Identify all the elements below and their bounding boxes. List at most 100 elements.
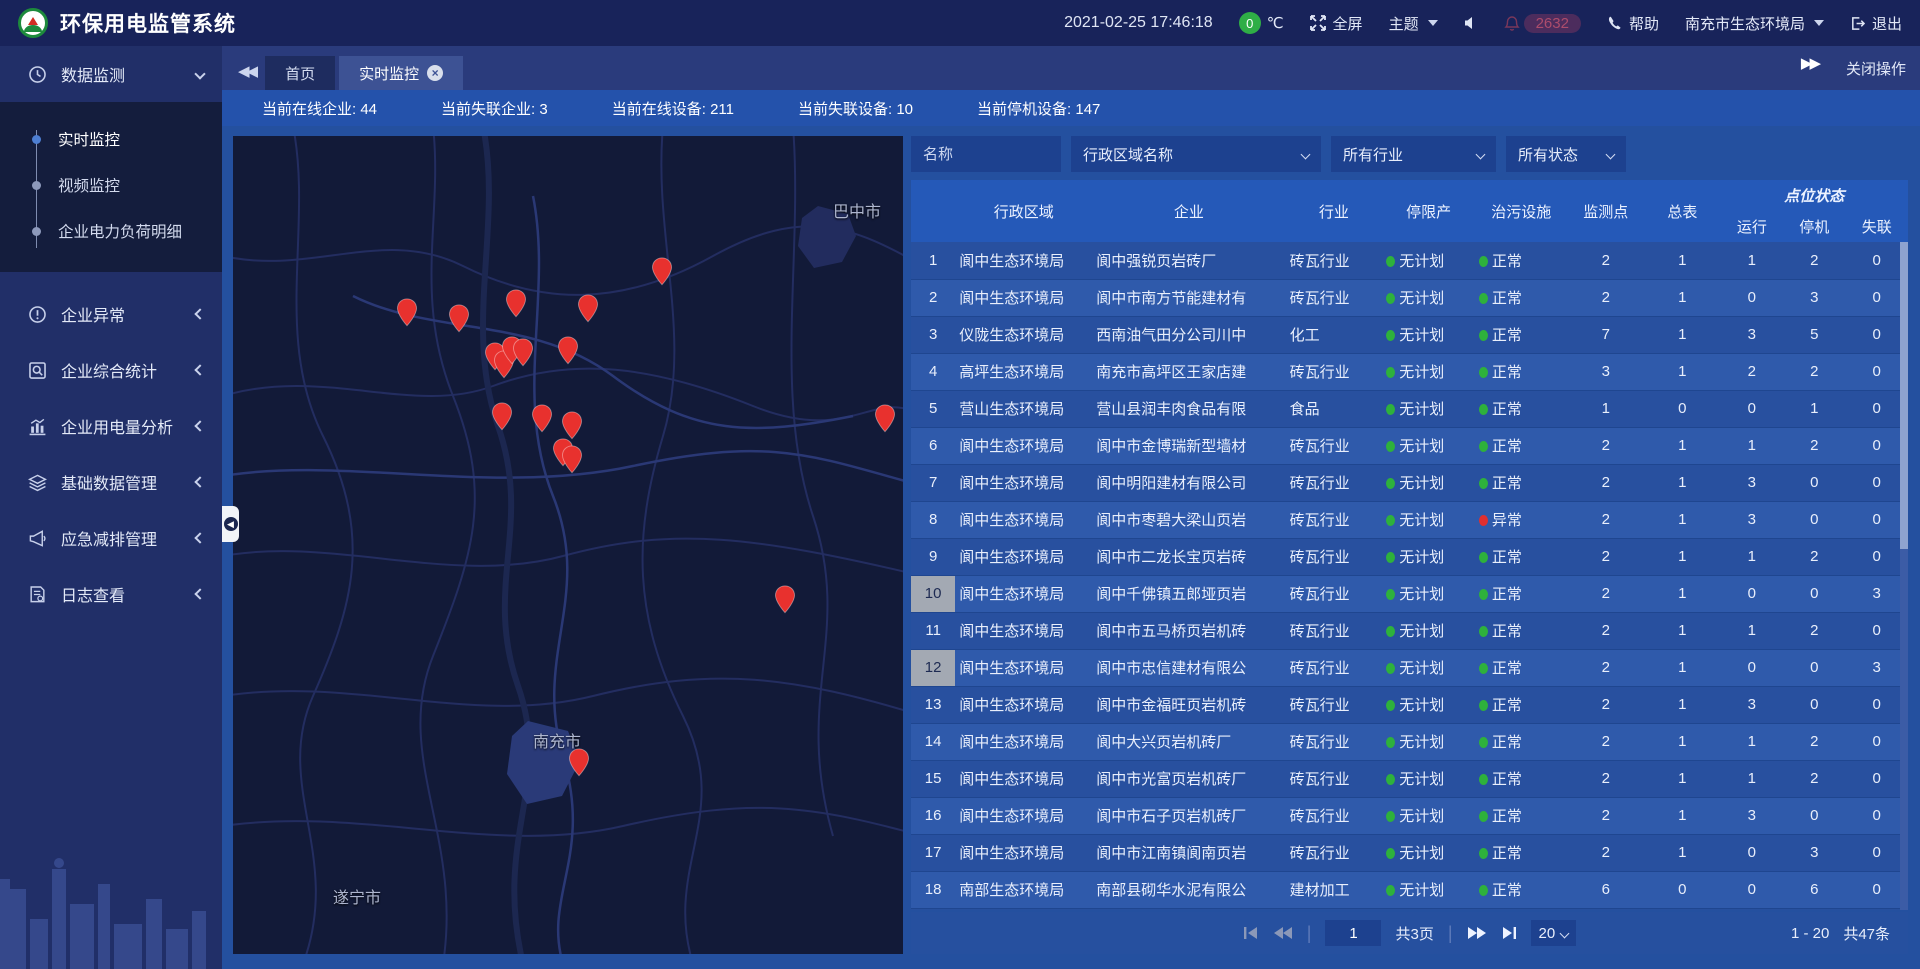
page-next-icon[interactable] — [1467, 926, 1487, 940]
map-pin-icon[interactable] — [577, 294, 599, 328]
table-row[interactable]: 18南部生态环境局南部县砌华水泥有限公建材加工无计划正常60060 — [911, 871, 1908, 908]
sidebar-item-label: 视频监控 — [58, 174, 120, 196]
fullscreen-icon — [1310, 15, 1326, 31]
table-cell: 1 — [1644, 427, 1721, 464]
table-cell: 3 — [1721, 686, 1783, 723]
chevron-left-icon — [194, 308, 205, 319]
table-row[interactable]: 2阆中生态环境局阆中市南方节能建材有砖瓦行业无计划正常21030 — [911, 279, 1908, 316]
sidebar-item-data-monitor[interactable]: 数据监测 — [0, 46, 222, 102]
sidebar-item-video-monitor[interactable]: 视频监控 — [0, 162, 222, 208]
table-cell: 0 — [1845, 501, 1908, 538]
status-filter-select[interactable]: 所有状态 — [1506, 136, 1626, 172]
table-cell: 砖瓦行业 — [1286, 464, 1383, 501]
sidebar-item-emergency[interactable]: 应急减排管理 — [0, 510, 222, 566]
table-row[interactable]: 16阆中生态环境局阆中市石子页岩机砖厂砖瓦行业无计划正常21300 — [911, 797, 1908, 834]
table-cell: 2 — [1783, 427, 1845, 464]
tab-close-icon[interactable]: × — [427, 65, 443, 81]
sidebar-item-power-analysis[interactable]: 企业用电量分析 — [0, 398, 222, 454]
map-panel[interactable]: 巴中市南充市遂宁市 — [233, 136, 903, 954]
theme-menu[interactable]: 主题 — [1389, 13, 1438, 34]
table-row[interactable]: 8阆中生态环境局阆中市枣碧大梁山页岩砖瓦行业无计划异常21300 — [911, 501, 1908, 538]
table-row[interactable]: 13阆中生态环境局阆中市金福旺页岩机砖砖瓦行业无计划正常21300 — [911, 686, 1908, 723]
table-cell: 无计划 — [1382, 797, 1475, 834]
table-row[interactable]: 10阆中生态环境局阆中千佛镇五郎垭页岩砖瓦行业无计划正常21003 — [911, 575, 1908, 612]
table-cell: 砖瓦行业 — [1286, 242, 1383, 279]
page-prev-icon[interactable] — [1273, 926, 1293, 940]
table-row[interactable]: 12阆中生态环境局阆中市忠信建材有限公砖瓦行业无计划正常21003 — [911, 649, 1908, 686]
sidebar-item-logs[interactable]: 日志查看 — [0, 566, 222, 622]
map-pin-icon[interactable] — [396, 298, 418, 332]
map-pin-icon[interactable] — [448, 304, 470, 338]
table-row[interactable]: 9阆中生态环境局阆中市二龙长宝页岩砖砖瓦行业无计划正常21120 — [911, 538, 1908, 575]
sidebar-item-label: 日志查看 — [61, 582, 125, 606]
map-pin-icon[interactable] — [568, 748, 590, 782]
table-cell: 砖瓦行业 — [1286, 686, 1383, 723]
table-cell: 3 — [1721, 316, 1783, 353]
notifications-button[interactable]: 2632 — [1504, 14, 1581, 33]
name-filter[interactable] — [911, 136, 1061, 172]
sidebar-item-company-abnormal[interactable]: 企业异常 — [0, 286, 222, 342]
map-pin-icon[interactable] — [505, 289, 527, 323]
table-cell: 1 — [1721, 760, 1783, 797]
table-row[interactable]: 3仪陇生态环境局西南油气田分公司川中化工无计划正常71350 — [911, 316, 1908, 353]
table-row[interactable]: 15阆中生态环境局阆中市光富页岩机砖厂砖瓦行业无计划正常21120 — [911, 760, 1908, 797]
map-pin-icon[interactable] — [561, 445, 583, 479]
map-pin-icon[interactable] — [874, 404, 896, 438]
table-cell: 1 — [1644, 612, 1721, 649]
sidebar-item-power-load-detail[interactable]: 企业电力负荷明细 — [0, 208, 222, 254]
status-dot-icon — [1479, 515, 1488, 526]
table-cell: 正常 — [1475, 427, 1568, 464]
map-pin-icon[interactable] — [531, 404, 553, 438]
map-pin-icon[interactable] — [512, 338, 534, 372]
table-cell: 阆中市南方节能建材有 — [1092, 279, 1285, 316]
map-pin-icon[interactable] — [557, 336, 579, 370]
table-row[interactable]: 1阆中生态环境局阆中强锐页岩砖厂砖瓦行业无计划正常21120 — [911, 242, 1908, 279]
status-dot-icon — [1479, 774, 1488, 785]
help-label: 帮助 — [1629, 13, 1659, 34]
scrollbar-thumb[interactable] — [1900, 242, 1908, 549]
map-pin-icon[interactable] — [491, 402, 513, 436]
help-button[interactable]: 帮助 — [1607, 13, 1659, 34]
table-cell: 0 — [1845, 279, 1908, 316]
tabs-scroll-left-icon[interactable]: ◀◀ — [236, 62, 261, 90]
region-filter-select[interactable]: 行政区域名称 — [1071, 136, 1321, 172]
fullscreen-button[interactable]: 全屏 — [1310, 13, 1363, 34]
table-row[interactable]: 17阆中生态环境局阆中市江南镇阆南页岩砖瓦行业无计划正常21030 — [911, 834, 1908, 871]
range-label: 1 - 20 — [1791, 925, 1829, 942]
app-title: 环保用电监管系统 — [60, 8, 236, 38]
tab-bar: ◀◀ 首页 实时监控 × ▶▶ 关闭操作 — [222, 46, 1920, 90]
mute-button[interactable] — [1464, 16, 1478, 30]
close-operations-button[interactable]: 关闭操作 — [1846, 58, 1906, 79]
industry-filter-select[interactable]: 所有行业 — [1331, 136, 1496, 172]
sidebar-item-base-data[interactable]: 基础数据管理 — [0, 454, 222, 510]
page-first-icon[interactable] — [1243, 926, 1259, 940]
table-cell: 1 — [1721, 242, 1783, 279]
table-cell: 阆中市石子页岩机砖厂 — [1092, 797, 1285, 834]
sidebar-collapse-button[interactable]: ◀ — [222, 506, 239, 542]
tabs-scroll-right-icon[interactable]: ▶▶ — [1799, 54, 1824, 82]
table-row[interactable]: 7阆中生态环境局阆中明阳建材有限公司砖瓦行业无计划正常21300 — [911, 464, 1908, 501]
sidebar-item-company-statistics[interactable]: 企业综合统计 — [0, 342, 222, 398]
name-filter-input[interactable] — [923, 146, 1049, 163]
page-last-icon[interactable] — [1501, 926, 1517, 940]
map-pin-icon[interactable] — [651, 257, 673, 291]
table-scrollbar[interactable] — [1900, 242, 1908, 910]
sidebar-item-realtime-monitor[interactable]: 实时监控 — [0, 116, 222, 162]
table-cell: 2 — [1568, 242, 1645, 279]
table-cell: 2 — [1783, 242, 1845, 279]
page-number-input[interactable] — [1325, 920, 1381, 946]
table-cell: 南部生态环境局 — [955, 871, 1092, 908]
table-row[interactable]: 11阆中生态环境局阆中市五马桥页岩机砖砖瓦行业无计划正常21120 — [911, 612, 1908, 649]
table-row[interactable]: 5营山生态环境局营山县润丰肉食品有限食品无计划正常10010 — [911, 390, 1908, 427]
logout-button[interactable]: 退出 — [1850, 13, 1902, 34]
page-size-select[interactable]: 20 — [1531, 920, 1577, 946]
tab-home[interactable]: 首页 — [265, 56, 335, 90]
map-pin-icon[interactable] — [774, 585, 796, 619]
table-cell: 15 — [911, 760, 955, 797]
tab-realtime-monitor[interactable]: 实时监控 × — [339, 56, 463, 90]
org-menu[interactable]: 南充市生态环境局 — [1685, 13, 1824, 34]
table-row[interactable]: 4高坪生态环境局南充市高坪区王家店建砖瓦行业无计划正常31220 — [911, 353, 1908, 390]
table-cell: 阆中生态环境局 — [955, 427, 1092, 464]
table-row[interactable]: 6阆中生态环境局阆中市金博瑞新型墙材砖瓦行业无计划正常21120 — [911, 427, 1908, 464]
table-row[interactable]: 14阆中生态环境局阆中大兴页岩机砖厂砖瓦行业无计划正常21120 — [911, 723, 1908, 760]
